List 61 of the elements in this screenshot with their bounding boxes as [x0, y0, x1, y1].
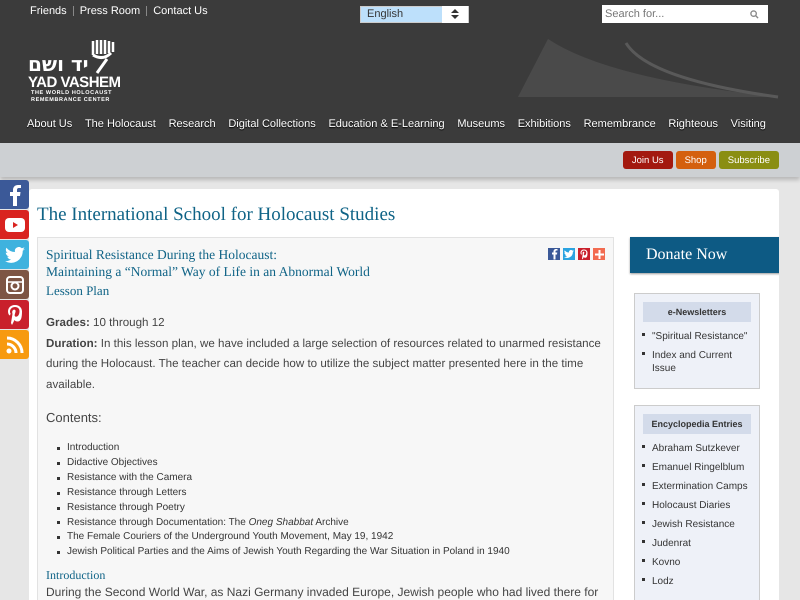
- sidebar-link[interactable]: Abraham Sutzkever: [652, 442, 740, 455]
- section-heading: Introduction: [46, 568, 106, 584]
- sidebar-link[interactable]: Kovno: [652, 556, 680, 569]
- nav-link[interactable]: Remembrance: [584, 118, 656, 130]
- updown-icon: [442, 6, 468, 22]
- video-icon[interactable]: [0, 210, 29, 239]
- pin-icon[interactable]: [578, 248, 590, 260]
- sidebar-link[interactable]: Jewish Resistance: [652, 518, 735, 531]
- sidebar-link[interactable]: Emanuel Ringelblum: [652, 461, 744, 474]
- contents-link[interactable]: Resistance with the Camera: [67, 470, 192, 486]
- pin-icon[interactable]: [0, 300, 29, 329]
- section-text: During the Second World War, as Nazi Germany invaded Europe, Jewish people who had lived there for: [46, 585, 600, 600]
- contents-link[interactable]: Resistance through Documentation: The Oneg Shabbat Archive: [67, 516, 349, 530]
- bird-icon[interactable]: [563, 248, 575, 260]
- article-title: Spiritual Resistance During the Holocaust:: [46, 246, 278, 263]
- nav-link[interactable]: Digital Collections: [228, 118, 316, 130]
- top-link[interactable]: Press Room: [80, 5, 140, 17]
- contents-label: Contents:: [46, 410, 103, 425]
- contents-link[interactable]: The Female Couriers of the Underground Youth Movement, May 19, 1942: [67, 530, 394, 546]
- logo-hebrew-text: יד ושם: [28, 53, 89, 75]
- facebook-icon[interactable]: [548, 248, 560, 260]
- panel-heading: Encyclopedia Entries: [643, 414, 751, 434]
- logo-name: YAD VASHEM: [28, 75, 121, 90]
- sidebar-link[interactable]: Extermination Camps: [652, 480, 748, 493]
- nav-link[interactable]: Righteous: [668, 118, 718, 130]
- sidebar-link[interactable]: Judenrat: [652, 537, 691, 550]
- contents-link[interactable]: Jewish Political Parties and the Aims of Jewish Youth Regarding the War Situation in Poland in 1940: [67, 545, 510, 560]
- nav-link[interactable]: Research: [168, 118, 216, 130]
- donate-button[interactable]: Donate Now: [630, 237, 779, 273]
- nav-link[interactable]: Exhibitions: [518, 118, 571, 130]
- nav-link[interactable]: Museums: [457, 118, 506, 130]
- menorah-icon: [90, 39, 115, 75]
- nav-link[interactable]: Visiting: [730, 118, 766, 130]
- sidebar-link[interactable]: Index and Current Issue: [652, 349, 752, 375]
- top-link[interactable]: Contact Us: [153, 5, 208, 17]
- nav-link[interactable]: The Holocaust: [84, 118, 156, 130]
- nav-link[interactable]: About Us: [27, 118, 72, 130]
- action-button[interactable]: Shop: [676, 151, 716, 169]
- contents-link[interactable]: Resistance through Letters: [67, 486, 187, 501]
- plus-icon[interactable]: [593, 248, 605, 260]
- contents-link[interactable]: Introduction: [67, 441, 120, 456]
- article-title: Maintaining a “Normal” Way of Life in an Abnormal World: [46, 263, 370, 280]
- top-link[interactable]: Friends: [30, 5, 67, 17]
- nav-link[interactable]: Education & E-Learning: [328, 118, 445, 130]
- sidebar-link[interactable]: Holocaust Diaries: [652, 499, 730, 512]
- search-field[interactable]: Search for...: [602, 5, 768, 23]
- duration-text: Duration: In this lesson plan, we have included a large selection of resources related to unarmed resistance during the Holocaust. The teacher can decide how to utilize the subject matter presented here in the time available.: [46, 336, 602, 392]
- panel-heading: e-Newsletters: [643, 302, 751, 322]
- action-button[interactable]: Subscribe: [718, 151, 779, 169]
- sidebar-link[interactable]: Lodz: [652, 575, 674, 588]
- action-button[interactable]: Join Us: [622, 151, 673, 169]
- grades-text: Grades: 10 through 12: [46, 315, 166, 331]
- article-subtitle: Lesson Plan: [46, 283, 110, 299]
- facebook-icon[interactable]: [0, 180, 29, 209]
- search-icon: [750, 10, 759, 19]
- sidebar-link[interactable]: "Spiritual Resistance": [652, 330, 748, 343]
- language-select[interactable]: English: [360, 6, 469, 22]
- contents-link[interactable]: Didactive Objectives: [67, 456, 158, 471]
- page-title: The International School for Holocaust Studies: [37, 203, 396, 227]
- contents-link[interactable]: Resistance through Poetry: [67, 500, 185, 516]
- camera-icon[interactable]: [0, 270, 29, 299]
